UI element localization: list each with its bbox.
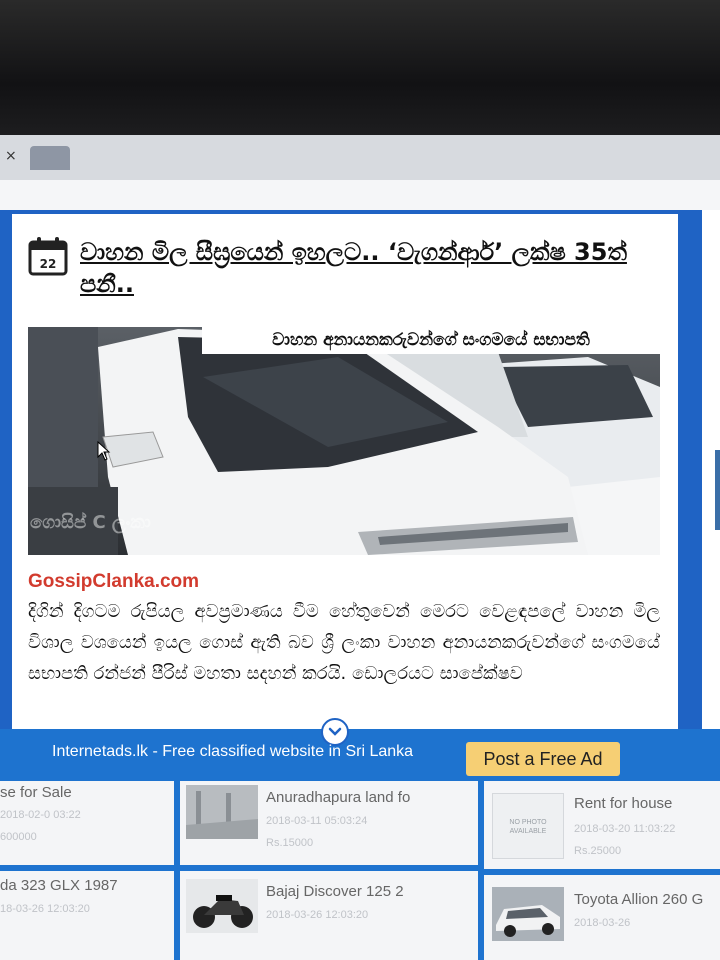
article-title-link[interactable]: වාහන මිල සීඝ්‍රයෙන් ඉහලට.. ‘වැගන්ආර්’ ලක…	[80, 236, 640, 301]
ad-date: 2018-03-26	[574, 917, 631, 929]
browser-tab[interactable]	[30, 146, 70, 170]
ad-title: Bajaj Discover 125 2	[266, 883, 404, 900]
ad-card[interactable]: da 323 GLX 1987 18-03-26 12:03:20	[0, 871, 174, 960]
mouse-cursor-icon	[97, 441, 111, 461]
ad-banner-text[interactable]: Internetads.lk - Free classified website…	[52, 743, 413, 761]
ad-price: Rs.15000	[266, 837, 314, 849]
calendar-day: 22	[40, 257, 57, 271]
ad-price: Rs.25000	[574, 845, 622, 857]
ad-card[interactable]: Anuradhapura land fo 2018-03-11 05:03:24…	[180, 781, 478, 865]
post-free-ad-button[interactable]: Post a Free Ad	[466, 742, 620, 776]
no-photo-label: NO PHOTO AVAILABLE	[509, 819, 547, 835]
ad-thumbnail: NO PHOTO AVAILABLE	[492, 793, 564, 859]
ad-title: Anuradhapura land fo	[266, 789, 411, 806]
tab-close-icon[interactable]: ×	[5, 148, 17, 164]
chevron-down-icon[interactable]	[321, 718, 349, 746]
ad-title: Rent for house	[574, 795, 673, 812]
ad-thumbnail	[186, 785, 258, 839]
ad-thumbnail	[186, 879, 258, 933]
ad-title: se for Sale	[0, 784, 72, 801]
ad-card[interactable]: se for Sale 2018-02-0 03:22 600000	[0, 781, 174, 865]
ad-date: 2018-02-0 03:22	[0, 809, 81, 821]
ad-title: Toyota Allion 260 G	[574, 891, 704, 908]
ad-card[interactable]: Toyota Allion 260 G 2018-03-26	[484, 875, 720, 960]
ad-thumbnail	[492, 887, 564, 941]
ad-date: 2018-03-26 12:03:20	[266, 909, 369, 921]
ad-date: 2018-03-11 05:03:24	[266, 815, 368, 827]
source-site-link[interactable]: GossipClanka.com	[28, 571, 199, 593]
ad-title: da 323 GLX 1987	[0, 877, 118, 894]
article-body-text: දිගින් දිගටම රුපියල අවප්‍රමාණය වීම හේතුව…	[28, 601, 660, 684]
calendar-icon: 22	[28, 237, 68, 276]
ad-price: 600000	[0, 831, 37, 843]
background-wall	[0, 0, 720, 140]
ad-card[interactable]: NO PHOTO AVAILABLE Rent for house 2018-0…	[484, 781, 720, 869]
browser-toolbar	[0, 180, 720, 211]
ad-date: 18-03-26 12:03:20	[0, 903, 90, 915]
ad-date: 2018-03-20 11:03:22	[574, 823, 676, 835]
browser-tab-bar	[0, 135, 720, 181]
right-column-thumbnail	[715, 450, 720, 530]
image-caption: වාහන අනායනකරුවන්ගේ සංගමයේ සභාපති	[202, 326, 660, 354]
ad-card[interactable]: Bajaj Discover 125 2 2018-03-26 12:03:20	[180, 871, 478, 960]
image-watermark: ගොසිප් C ලංකා	[30, 512, 151, 533]
